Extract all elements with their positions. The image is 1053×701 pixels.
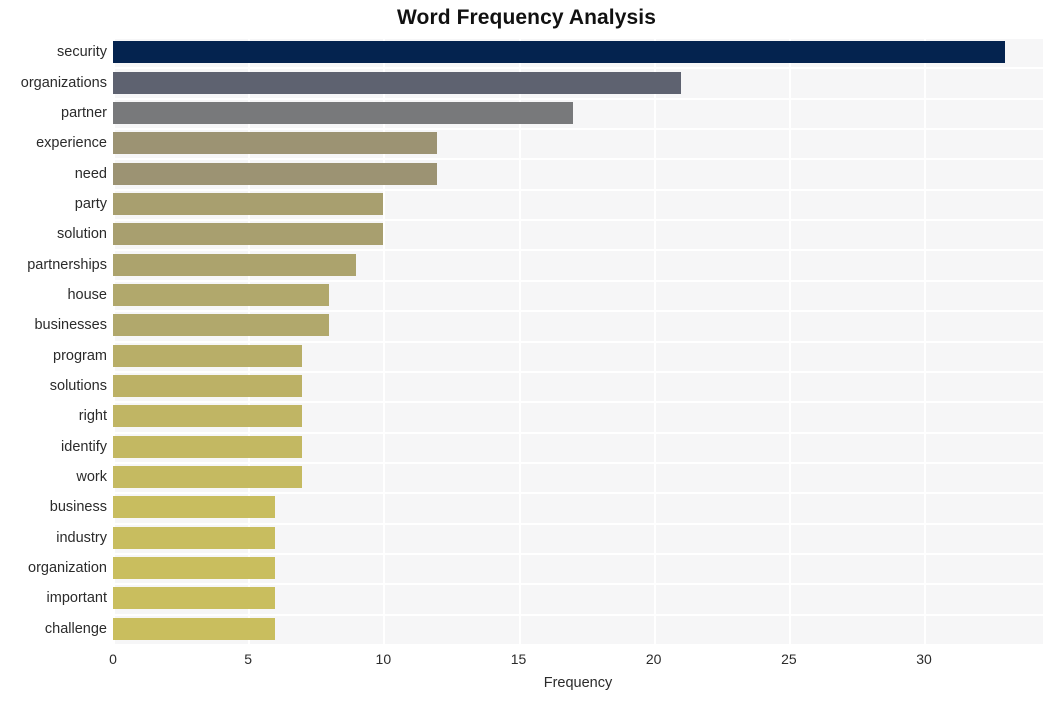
bar[interactable]: [113, 526, 276, 549]
y-axis-tick-label: solution: [57, 226, 107, 243]
bar[interactable]: [113, 253, 357, 276]
bar[interactable]: [113, 617, 276, 640]
plot-area: [113, 37, 1043, 644]
x-axis-tick-label: 5: [244, 651, 253, 667]
bar[interactable]: [113, 314, 330, 337]
bar[interactable]: [113, 283, 330, 306]
x-axis-tick-label: 0: [109, 651, 117, 667]
bar[interactable]: [113, 496, 276, 519]
bar[interactable]: [113, 405, 303, 428]
x-axis-title: Frequency: [543, 675, 613, 691]
y-axis-tick-label: partner: [61, 104, 107, 121]
y-axis-tick-label: businesses: [34, 317, 107, 334]
bar[interactable]: [113, 71, 681, 94]
y-axis-tick-label: security: [57, 44, 107, 61]
bar[interactable]: [113, 41, 1006, 64]
y-axis-tick-label: program: [53, 347, 107, 364]
y-axis-tick-label: challenge: [44, 620, 107, 637]
y-axis-tick-label: business: [49, 499, 107, 516]
x-axis-tick-labels: 0 5 10 15 20 25 30: [0, 650, 1053, 672]
x-axis-tick-label: 25: [781, 651, 797, 667]
x-axis-tick-label: 30: [916, 651, 932, 667]
y-axis-tick-label: work: [76, 469, 107, 486]
word-frequency-chart: Word Frequency Analysis security organiza…: [0, 0, 1053, 701]
y-axis-tick-label: need: [74, 165, 107, 182]
y-axis-tick-label: experience: [36, 135, 107, 152]
bars-layer: [113, 37, 1043, 644]
y-axis-tick-label: partnerships: [27, 256, 107, 273]
bar[interactable]: [113, 162, 438, 185]
y-axis-tick-label: house: [67, 286, 107, 303]
bar[interactable]: [113, 435, 303, 458]
x-axis-tick-label: 20: [645, 651, 662, 667]
bar[interactable]: [113, 344, 303, 367]
y-axis-tick-label: important: [46, 590, 107, 607]
bar[interactable]: [113, 192, 384, 215]
y-axis-tick-label: identify: [61, 438, 107, 455]
bar[interactable]: [113, 375, 303, 398]
bar[interactable]: [113, 223, 384, 246]
y-axis-tick-label: right: [78, 408, 107, 425]
y-axis-tick-label: industry: [56, 529, 107, 546]
y-axis-labels: security organizations partner experience ne…: [0, 37, 107, 644]
bar[interactable]: [113, 587, 276, 610]
y-axis-tick-label: organizations: [20, 74, 107, 91]
y-axis-tick-label: party: [74, 195, 107, 212]
page-title: Word Frequency Analysis: [396, 6, 657, 29]
x-axis-tick-label: 10: [375, 651, 392, 667]
bar[interactable]: [113, 132, 438, 155]
bar[interactable]: [113, 557, 276, 580]
y-axis-tick-label: solutions: [49, 378, 107, 395]
y-axis-tick-label: organization: [28, 560, 107, 577]
bar[interactable]: [113, 101, 573, 124]
x-axis-tick-label: 15: [510, 651, 527, 667]
bar[interactable]: [113, 466, 303, 489]
